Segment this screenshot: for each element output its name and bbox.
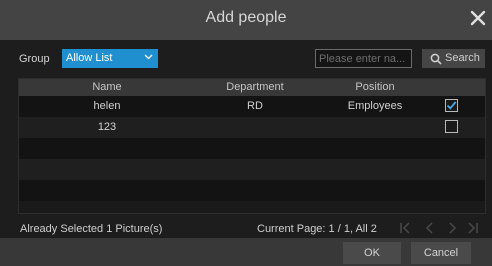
dialog-titlebar: Add people [0,0,492,40]
cell-name: helen [93,100,121,112]
cell-name: 123 [97,121,117,133]
cell-department: RD [247,100,263,112]
search-input[interactable] [315,49,412,68]
table-header: Name Department Position [19,79,485,96]
prev-page-icon[interactable] [422,220,436,236]
cancel-button[interactable]: Cancel [411,242,471,264]
search-icon [430,53,442,65]
next-page-icon[interactable] [446,220,460,236]
group-select[interactable]: Allow List [62,49,158,68]
chevron-down-icon [144,54,153,60]
ok-button[interactable]: OK [343,242,401,264]
checkmark-icon [446,101,457,110]
column-header-position: Position [355,81,395,93]
group-label: Group [19,53,50,65]
page-info: Current Page: 1 / 1, All 2 [257,223,377,235]
column-header-department: Department [226,81,284,93]
empty-row [19,180,485,201]
dialog-body: Group Allow List Search Name Department … [0,40,492,266]
last-page-icon[interactable] [466,220,480,236]
table-row[interactable]: helen RD Employees [19,96,485,117]
search-button[interactable]: Search [422,49,485,68]
search-button-label: Search [445,52,480,64]
table-row[interactable]: 123 [19,117,485,138]
cell-position: Employees [347,100,403,112]
dialog-footer: OK Cancel [0,238,492,266]
column-header-name: Name [92,81,122,93]
close-icon[interactable] [469,9,487,27]
selected-count: Already Selected 1 Picture(s) [20,223,163,235]
dialog-title: Add people [205,9,287,26]
row-checkbox[interactable] [445,120,458,133]
empty-row [19,138,485,159]
group-select-value: Allow List [66,52,113,64]
empty-row [19,159,485,180]
first-page-icon[interactable] [398,220,412,236]
row-checkbox[interactable] [445,99,458,112]
people-table: Name Department Position helen RD Employ… [18,78,486,214]
